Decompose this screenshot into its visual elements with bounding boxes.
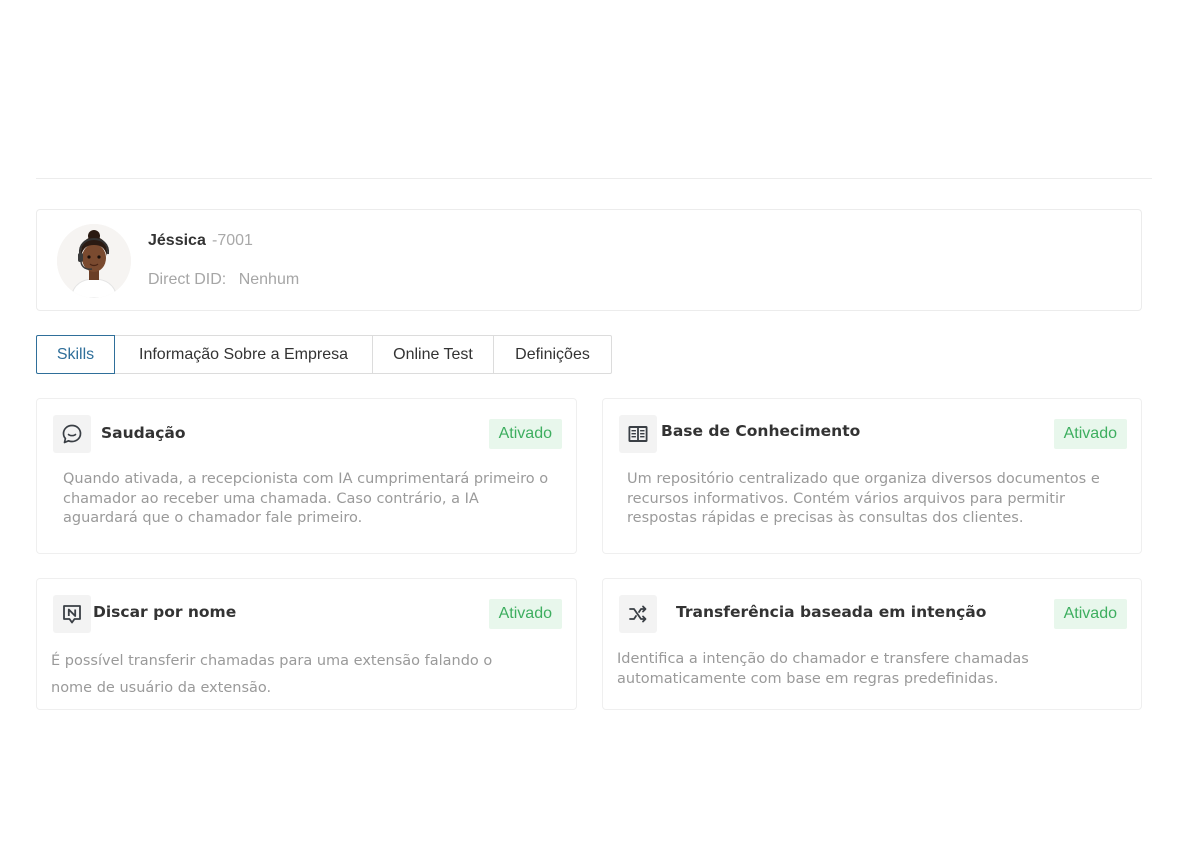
tab-skills[interactable]: Skills [36, 335, 115, 374]
skill-card-intent-transfer[interactable]: Transferência baseada em intenção Ativad… [602, 578, 1142, 710]
tab-bar: Skills Informação Sobre a Empresa Online… [36, 335, 612, 374]
skill-card-knowledge-base[interactable]: Base de Conhecimento Ativado Um repositó… [602, 398, 1142, 554]
status-badge: Ativado [488, 419, 562, 449]
skill-description: Quando ativada, a recepcionista com IA c… [63, 471, 549, 526]
agent-name: Jéssica [148, 232, 206, 249]
top-divider [36, 178, 1152, 179]
shuffle-icon [619, 595, 657, 633]
skill-title: Transferência baseada em intenção [676, 603, 987, 621]
tab-settings[interactable]: Definições [494, 335, 612, 374]
book-icon [619, 415, 657, 453]
status-badge: Ativado [1053, 599, 1127, 629]
avatar [57, 224, 131, 298]
skill-card-greeting[interactable]: Saudação Ativado Quando ativada, a recep… [36, 398, 577, 554]
status-badge: Ativado [488, 599, 562, 629]
skill-title: Saudação [101, 424, 186, 442]
tab-company-info[interactable]: Informação Sobre a Empresa [115, 335, 373, 374]
direct-did-label: Direct DID: [148, 271, 227, 288]
tab-online-test[interactable]: Online Test [373, 335, 494, 374]
skill-title: Discar por nome [93, 603, 237, 621]
direct-did-value: Nenhum [238, 271, 300, 288]
direct-did-row: Direct DID: Nenhum [148, 271, 299, 289]
skill-description: Um repositório centralizado que organiza… [627, 471, 1100, 526]
chat-bubble-icon [53, 415, 91, 453]
agent-extension: -7001 [212, 232, 253, 249]
status-badge: Ativado [1053, 419, 1127, 449]
skill-card-dial-by-name[interactable]: Discar por nome Ativado É possível trans… [36, 578, 577, 710]
name-dial-icon [53, 595, 91, 633]
skill-description: É possível transferir chamadas para uma … [51, 653, 493, 696]
agent-profile-card: Jéssica -7001 Direct DID: Nenhum [36, 209, 1142, 311]
skill-title: Base de Conhecimento [661, 422, 861, 440]
skill-description: Identifica a intenção do chamador e tran… [617, 651, 1029, 687]
